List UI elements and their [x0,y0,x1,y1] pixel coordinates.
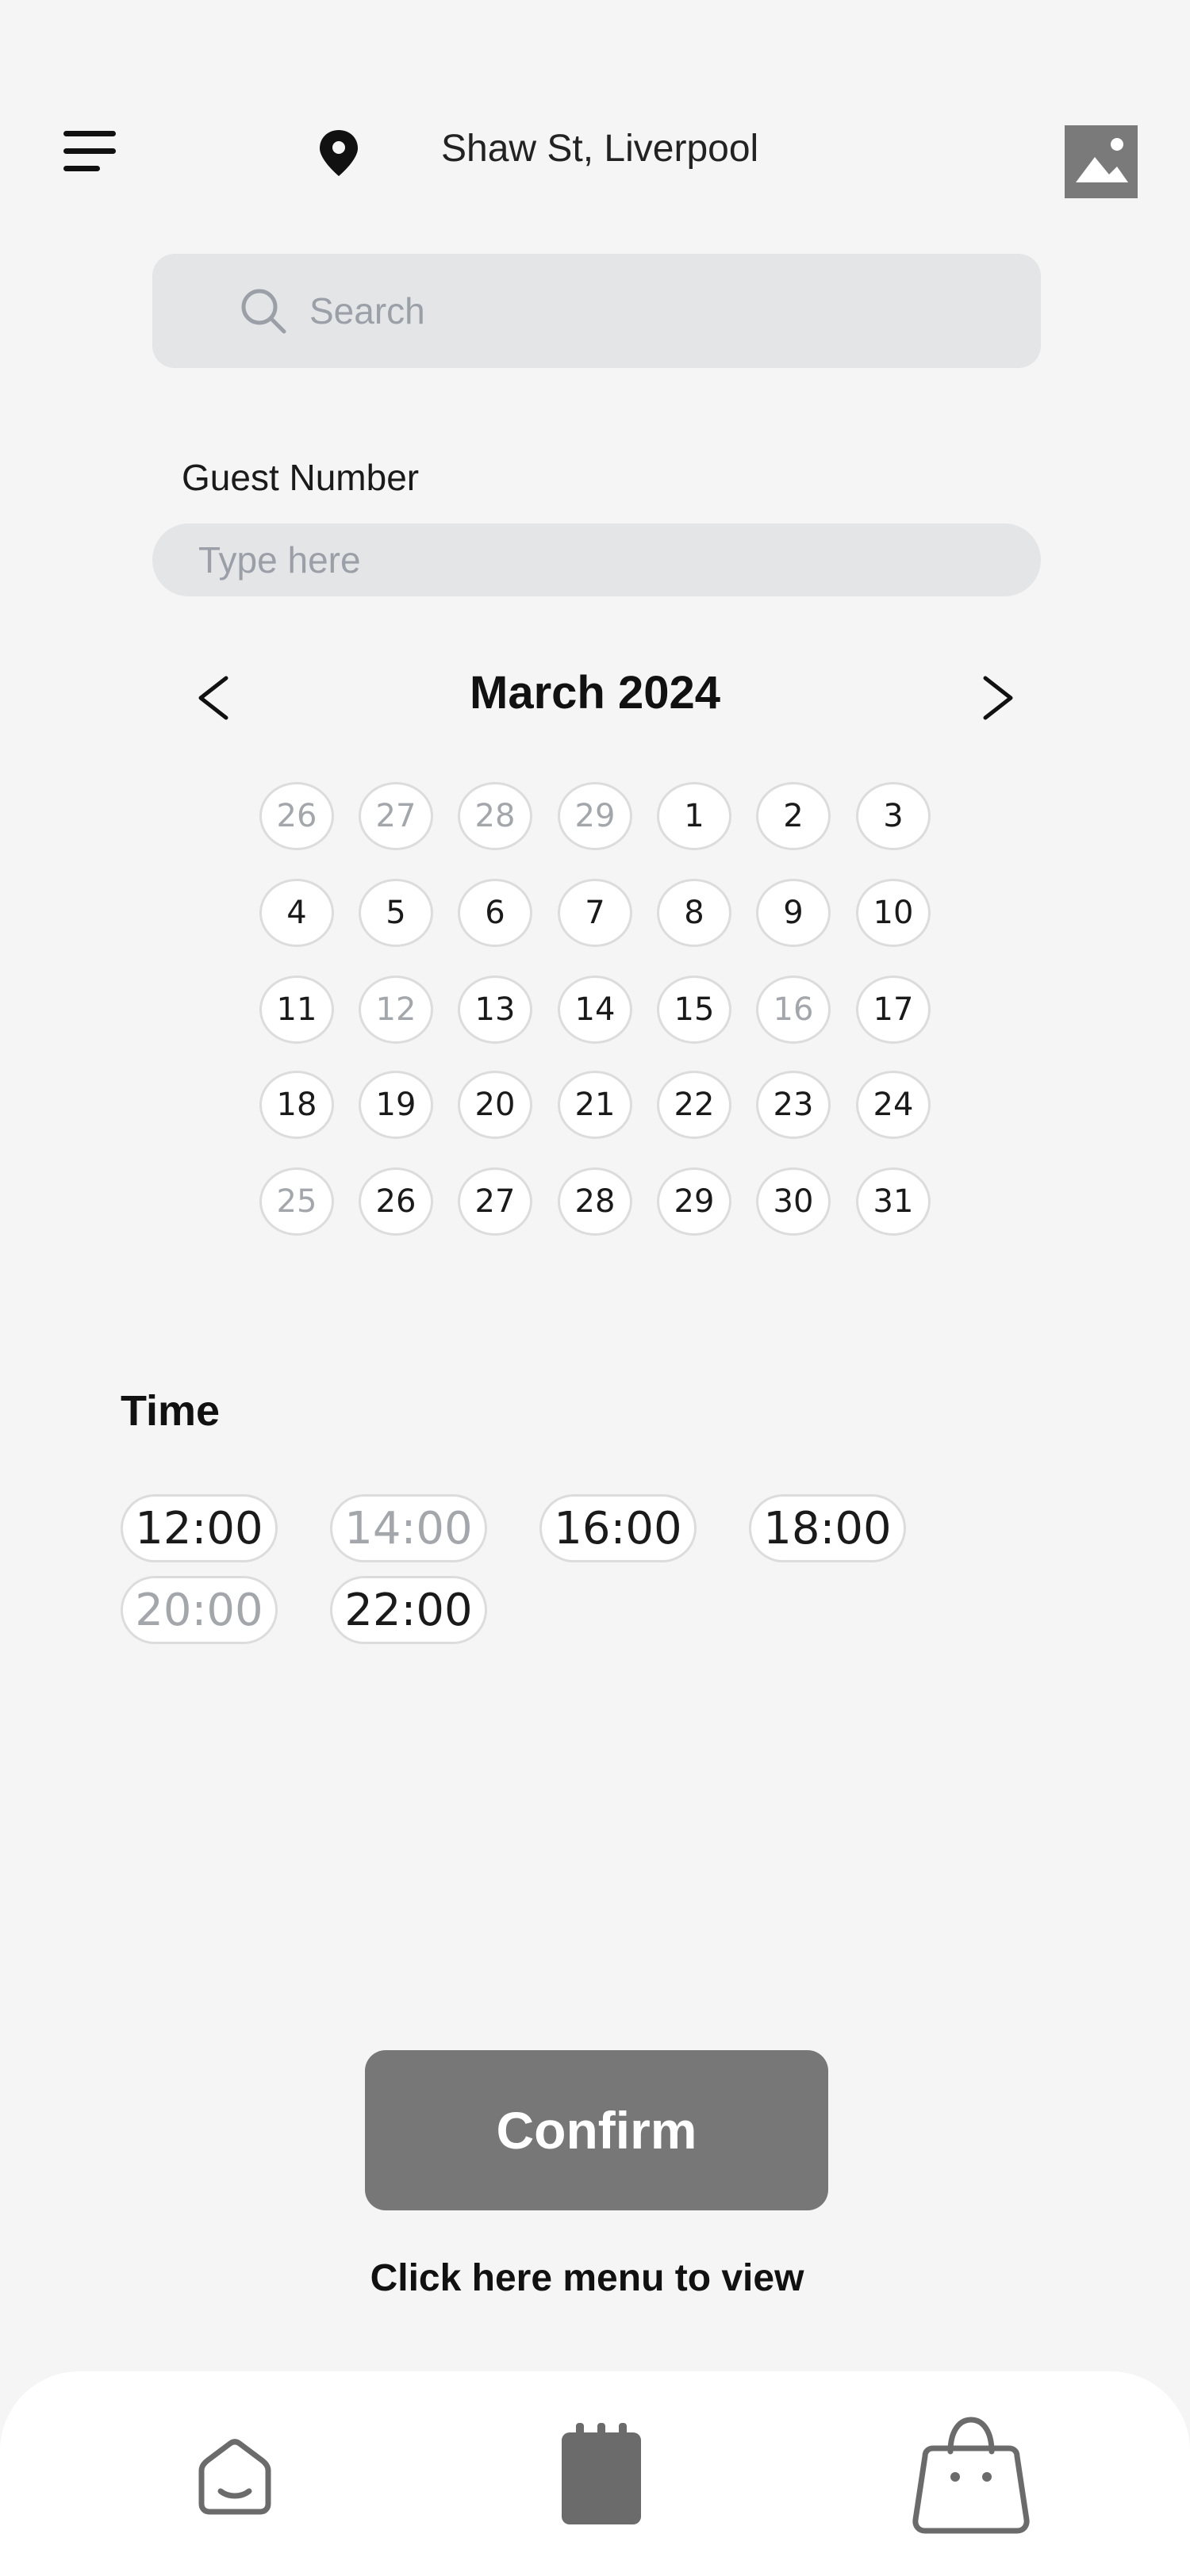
calendar-day[interactable]: 26 [359,1167,433,1236]
profile-image-placeholder[interactable] [1065,125,1138,198]
calendar-day[interactable]: 3 [856,782,931,850]
guest-number-label: Guest Number [182,457,420,498]
calendar-icon[interactable] [560,2423,643,2526]
calendar-day[interactable]: 9 [756,879,831,947]
search-input[interactable] [309,282,992,339]
search-icon [241,289,286,334]
calendar-day[interactable]: 28 [558,1167,632,1236]
calendar-day[interactable]: 15 [657,976,731,1044]
guest-number-input[interactable] [198,531,992,588]
calendar-day[interactable]: 26 [259,782,334,850]
calendar-day[interactable]: 12 [359,976,433,1044]
calendar-day[interactable]: 27 [359,782,433,850]
search-bar[interactable] [152,254,1041,368]
calendar-day[interactable]: 8 [657,879,731,947]
chevron-left-icon[interactable] [194,670,232,726]
chevron-right-icon[interactable] [979,670,1017,726]
time-slot[interactable]: 16:00 [539,1494,697,1562]
calendar-day[interactable]: 17 [856,976,931,1044]
calendar-day[interactable]: 19 [359,1071,433,1139]
time-slot[interactable]: 18:00 [749,1494,906,1562]
calendar-day[interactable]: 20 [458,1071,532,1139]
image-placeholder-icon [1076,138,1128,182]
calendar-day[interactable]: 18 [259,1071,334,1139]
calendar-day[interactable]: 30 [756,1167,831,1236]
hamburger-menu-icon[interactable] [63,131,116,172]
calendar-day[interactable]: 6 [458,879,532,947]
calendar-month-title: March 2024 [470,667,720,719]
calendar-day[interactable]: 11 [259,976,334,1044]
calendar-day[interactable]: 7 [558,879,632,947]
shopping-bag-icon[interactable] [911,2415,1031,2534]
calendar-day[interactable]: 13 [458,976,532,1044]
calendar-day[interactable]: 29 [657,1167,731,1236]
guest-number-field[interactable] [152,523,1041,596]
calendar-day[interactable]: 1 [657,782,731,850]
location-label[interactable]: Shaw St, Liverpool [441,127,758,171]
time-slot[interactable]: 20:00 [121,1576,278,1644]
calendar-day[interactable]: 22 [657,1071,731,1139]
calendar-day[interactable]: 2 [756,782,831,850]
time-slot[interactable]: 22:00 [330,1576,487,1644]
calendar-day[interactable]: 27 [458,1167,532,1236]
calendar-day[interactable]: 16 [756,976,831,1044]
time-slot[interactable]: 14:00 [330,1494,487,1562]
map-pin-icon [320,130,358,176]
calendar-day[interactable]: 4 [259,879,334,947]
calendar-day[interactable]: 5 [359,879,433,947]
confirm-button[interactable]: Confirm [365,2050,828,2210]
calendar-day[interactable]: 31 [856,1167,931,1236]
calendar-day[interactable]: 14 [558,976,632,1044]
view-menu-link[interactable]: Click here menu to view [238,2256,936,2300]
calendar-day[interactable]: 21 [558,1071,632,1139]
calendar-day[interactable]: 10 [856,879,931,947]
calendar-day[interactable]: 29 [558,782,632,850]
calendar-day[interactable]: 28 [458,782,532,850]
time-section-title: Time [121,1387,221,1435]
home-icon[interactable] [190,2431,279,2520]
time-slot[interactable]: 12:00 [121,1494,278,1562]
calendar-day[interactable]: 23 [756,1071,831,1139]
calendar-day[interactable]: 24 [856,1071,931,1139]
calendar-day[interactable]: 25 [259,1167,334,1236]
